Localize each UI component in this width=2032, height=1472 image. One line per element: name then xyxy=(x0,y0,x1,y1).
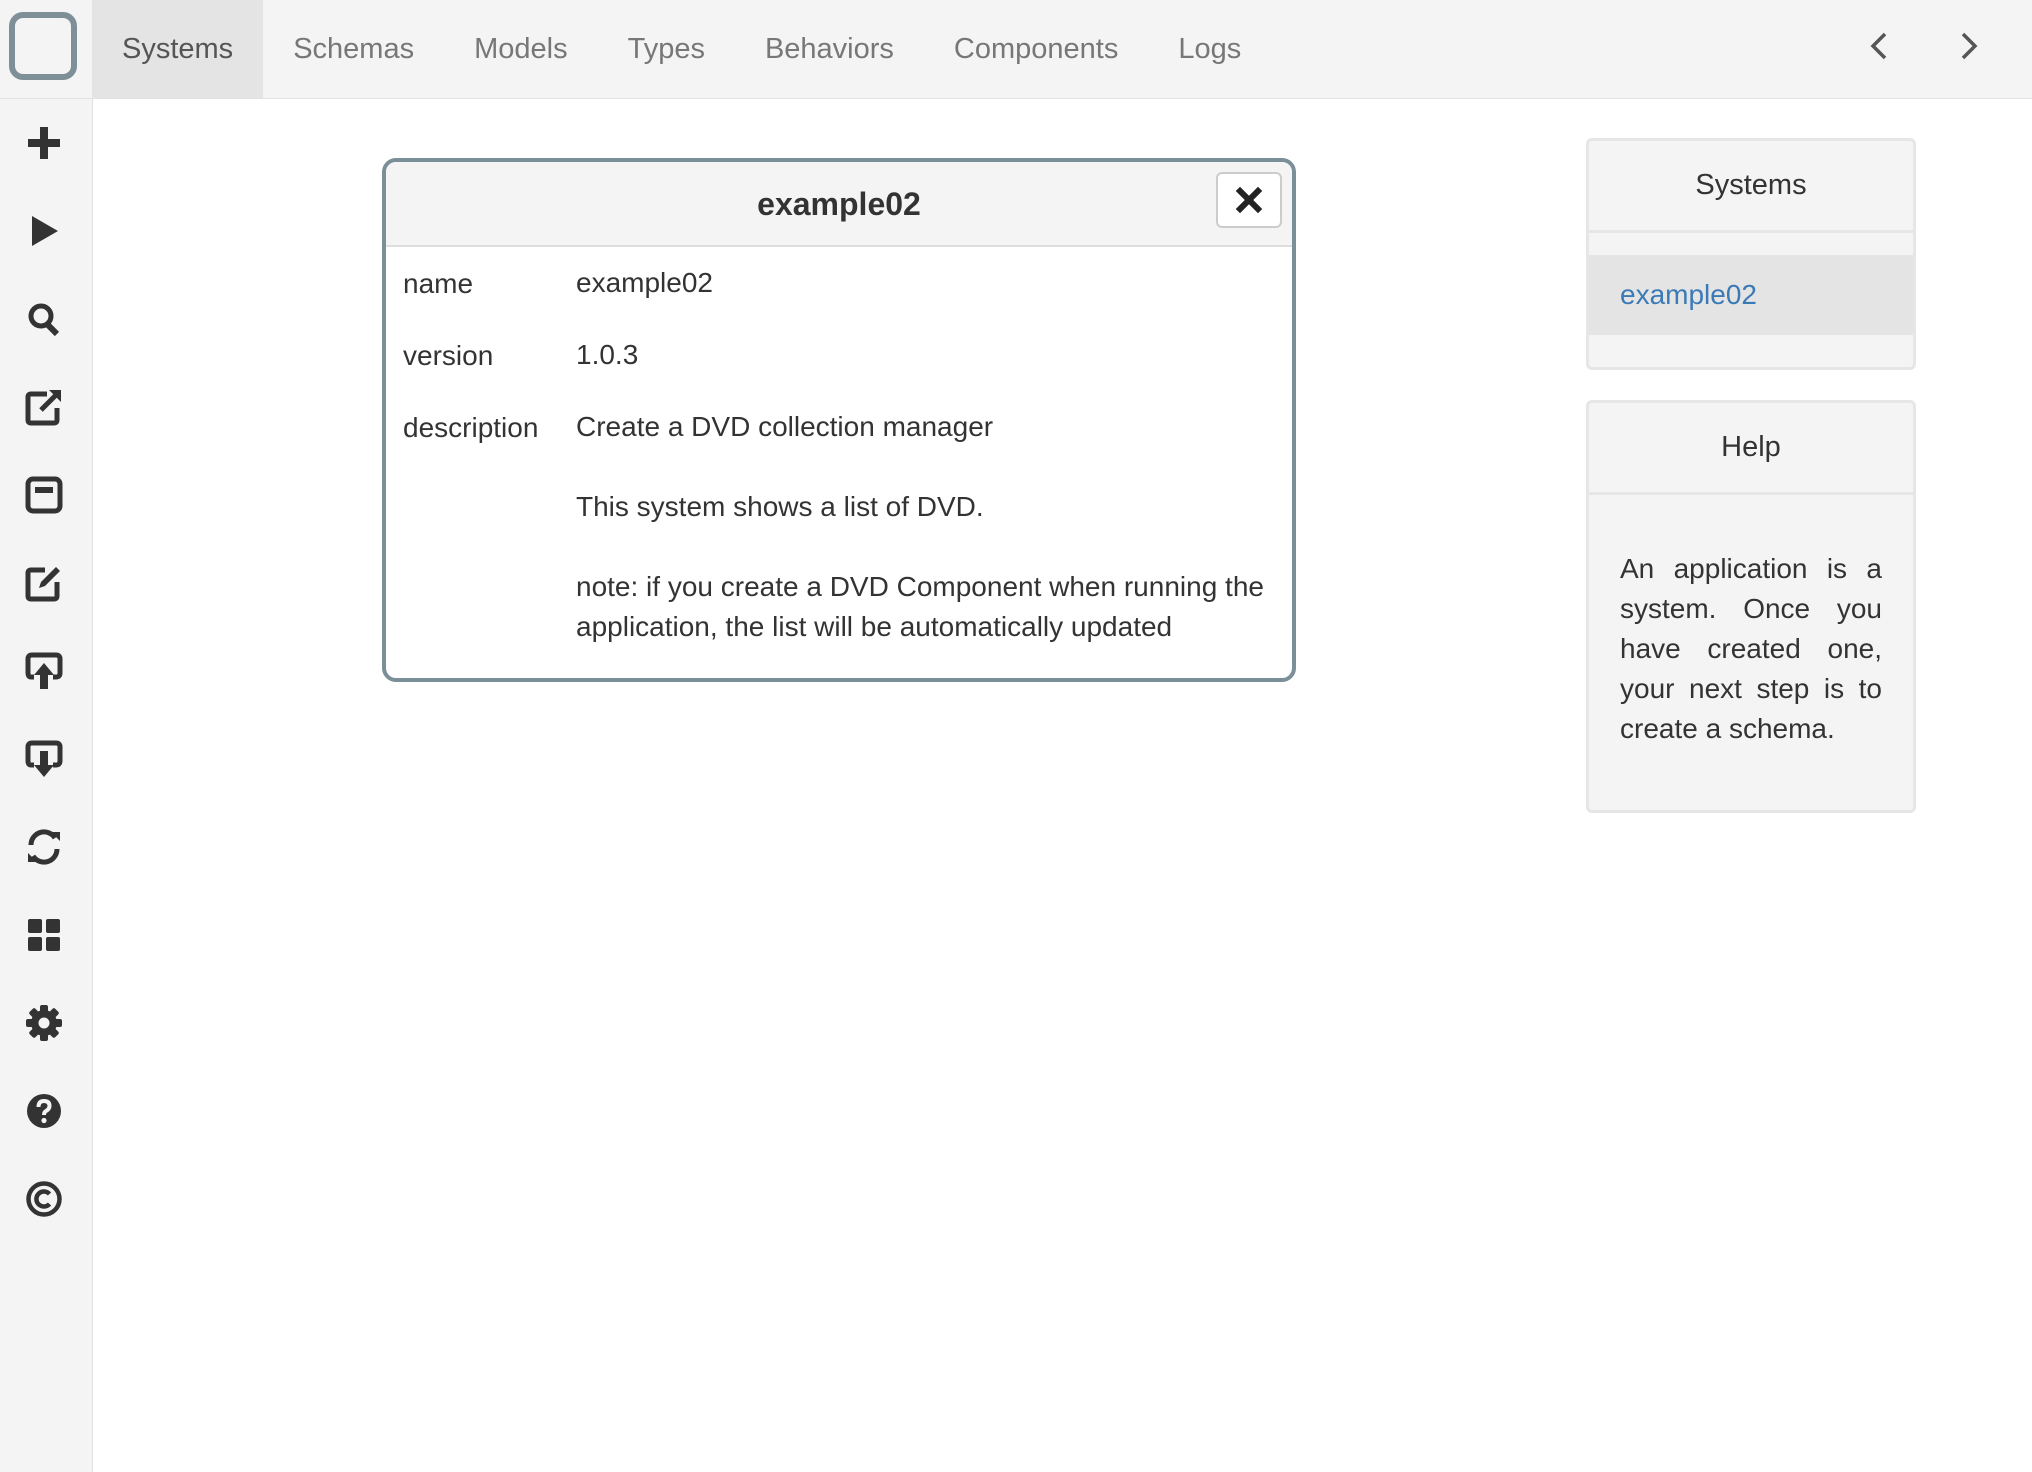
share-button[interactable] xyxy=(20,383,68,431)
top-navbar: Systems Schemas Models Types Behaviors C… xyxy=(0,0,2032,99)
window-icon xyxy=(25,476,63,514)
download-button[interactable] xyxy=(20,735,68,783)
chevron-left-icon xyxy=(1870,32,1887,60)
description-line: This system shows a list of DVD. xyxy=(576,491,984,522)
help-button[interactable] xyxy=(20,1087,68,1135)
download-icon xyxy=(25,740,63,777)
version-value: 1.0.3 xyxy=(576,339,639,370)
tab-behaviors[interactable]: Behaviors xyxy=(735,0,924,98)
gear-icon xyxy=(26,1005,62,1041)
name-label: name xyxy=(403,268,474,299)
about-button[interactable] xyxy=(20,1175,68,1223)
refresh-icon xyxy=(28,829,60,865)
plus-icon xyxy=(28,127,60,159)
tab-systems[interactable]: Systems xyxy=(92,0,264,98)
systems-panel-title: Systems xyxy=(1589,141,1913,233)
add-button[interactable] xyxy=(20,119,68,167)
help-panel: Help An application is a system. Once yo… xyxy=(1586,400,1916,813)
dashboard-icon xyxy=(28,919,60,951)
nav-tabs: Systems Schemas Models Types Behaviors C… xyxy=(92,0,1271,98)
system-detail-dialog: example02 name example02 version 1.0.3 d… xyxy=(382,158,1296,682)
close-icon xyxy=(1236,187,1262,213)
settings-button[interactable] xyxy=(20,999,68,1047)
left-toolbar xyxy=(0,99,93,1472)
tab-components[interactable]: Components xyxy=(924,0,1148,98)
help-panel-title: Help xyxy=(1589,403,1913,495)
forward-button[interactable] xyxy=(1947,24,1991,68)
edit-icon xyxy=(25,567,60,602)
close-button[interactable] xyxy=(1216,172,1282,228)
tab-schemas[interactable]: Schemas xyxy=(263,0,444,98)
description-line: note: if you create a DVD Component when… xyxy=(576,571,1264,602)
version-label: version xyxy=(403,340,494,371)
description-line: Create a DVD collection manager xyxy=(576,411,994,442)
search-icon xyxy=(28,303,60,337)
edit-button[interactable] xyxy=(20,559,68,607)
description-line: application, the list will be automatica… xyxy=(576,611,1173,642)
window-button[interactable] xyxy=(20,471,68,519)
search-button[interactable] xyxy=(20,295,68,343)
name-value: example02 xyxy=(576,267,713,298)
refresh-button[interactable] xyxy=(20,823,68,871)
run-button[interactable] xyxy=(20,207,68,255)
help-icon xyxy=(27,1094,61,1128)
app-logo[interactable] xyxy=(9,12,77,80)
upload-button[interactable] xyxy=(20,647,68,695)
tab-types[interactable]: Types xyxy=(598,0,735,98)
tab-logs[interactable]: Logs xyxy=(1148,0,1271,98)
tab-models[interactable]: Models xyxy=(444,0,598,98)
back-button[interactable] xyxy=(1857,24,1901,68)
chevron-right-icon xyxy=(1961,32,1978,60)
dialog-header: example02 xyxy=(386,162,1292,247)
upload-icon xyxy=(25,652,63,689)
system-list-item[interactable]: example02 xyxy=(1589,255,1913,335)
share-icon xyxy=(25,390,61,426)
systems-panel: Systems example02 xyxy=(1586,138,1916,370)
play-icon xyxy=(32,216,58,246)
dialog-title: example02 xyxy=(757,186,921,222)
description-label: description xyxy=(403,412,539,443)
help-text: An application is a system. Once you hav… xyxy=(1620,553,1882,744)
copyright-icon xyxy=(26,1181,62,1217)
dashboard-button[interactable] xyxy=(20,911,68,959)
